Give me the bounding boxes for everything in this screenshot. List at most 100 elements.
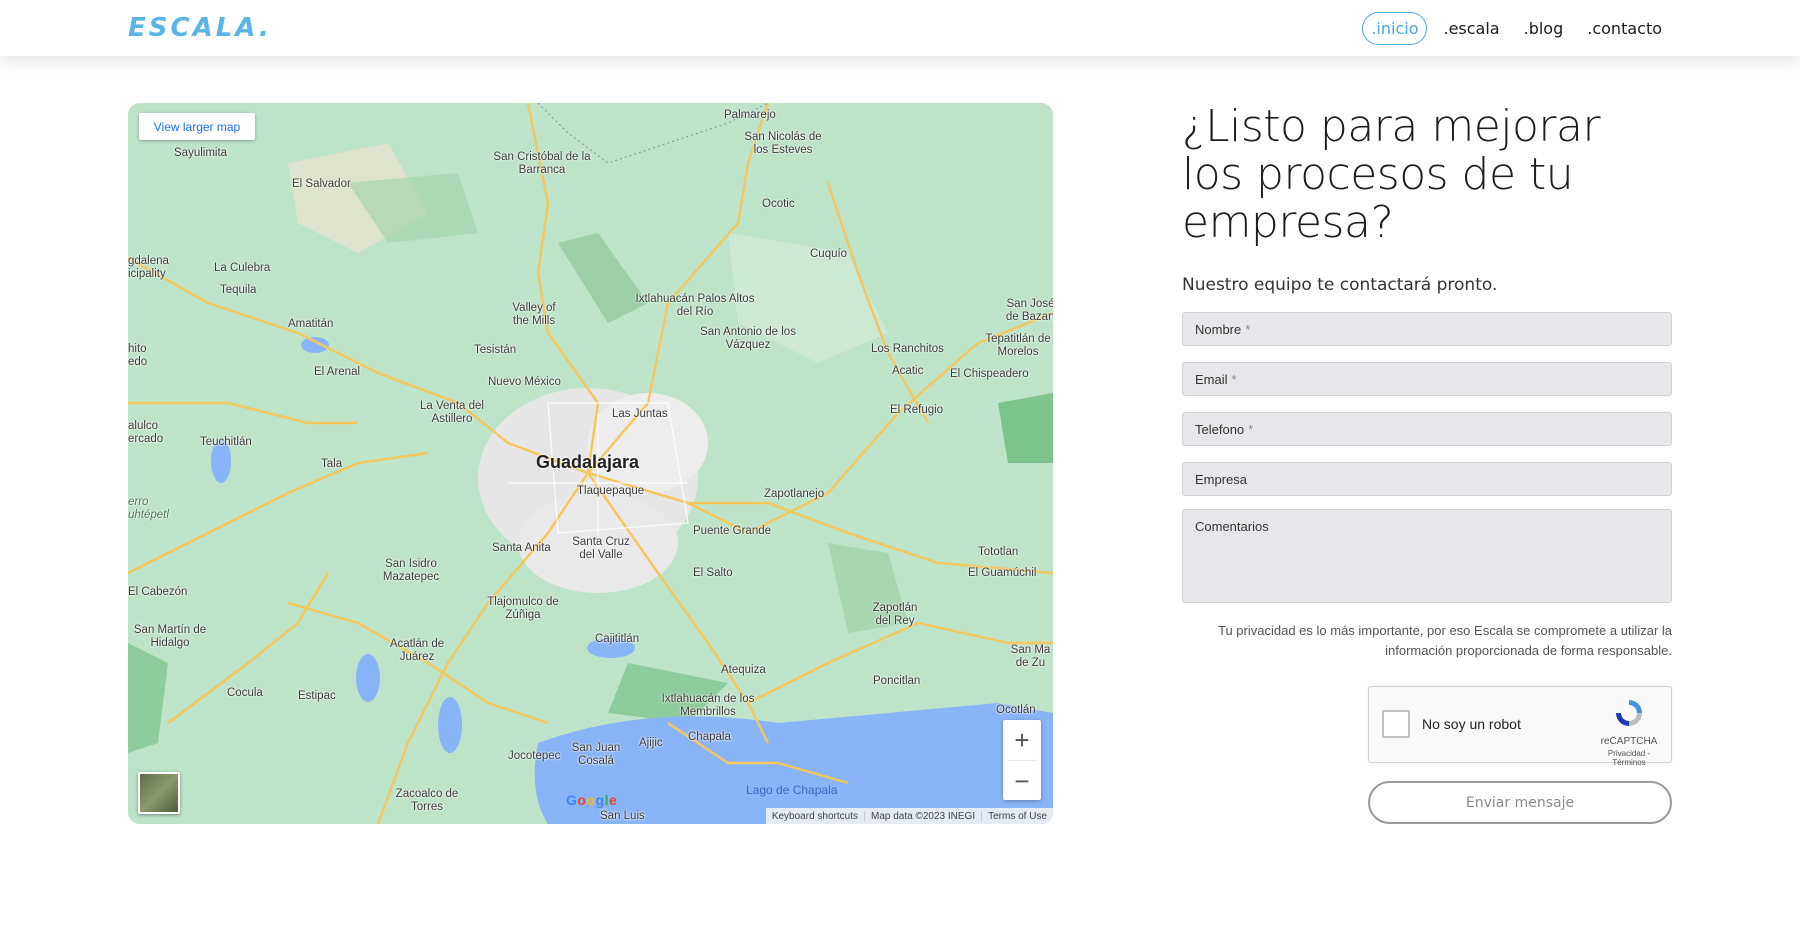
map-label-san-ma: San Ma de Zu xyxy=(1010,644,1051,669)
map-label-salulco: alulco ercado xyxy=(128,420,164,445)
map-label-ajijic: Ajijic xyxy=(639,737,663,749)
map-label-cocula: Cocula xyxy=(227,687,263,699)
map-label-tepatitlan: Tepatitlán de Morelos xyxy=(985,333,1051,358)
required-mark: * xyxy=(1231,371,1237,387)
map-label-san-luis: San Luis xyxy=(600,810,645,822)
map-label-las-juntas: Las Juntas xyxy=(612,408,668,420)
recaptcha-brand: reCAPTCHA xyxy=(1600,736,1658,747)
map-label-ocotic: Ocotic xyxy=(762,198,795,210)
recaptcha-logo: reCAPTCHA Privacidad - Términos xyxy=(1599,697,1659,767)
comentarios-field[interactable]: Comentarios xyxy=(1182,509,1672,603)
map-label-amatitan: Amatitán xyxy=(288,318,334,330)
logo[interactable]: ESCALA. xyxy=(128,13,272,43)
contact-section: ¿Listo para mejorar los procesos de tu e… xyxy=(1182,101,1672,824)
map-label-san-juan: San Juan Cosalá xyxy=(571,742,621,767)
map-label-tesistan: Tesistán xyxy=(474,344,517,356)
logo-text: ESCALA. xyxy=(128,13,272,43)
map-data-text: Map data ©2023 INEGI xyxy=(864,810,981,822)
map-label-chapala: Chapala xyxy=(688,731,731,743)
map-label-jocotepec: Jocotepec xyxy=(508,750,561,762)
map-label-la-venta: La Venta del Astillero xyxy=(420,400,484,425)
contact-heading: ¿Listo para mejorar los procesos de tu e… xyxy=(1182,101,1601,248)
map-label-poncitlan: Poncitlan xyxy=(873,675,921,687)
map-label-tlaquepaque: Tlaquepaque xyxy=(577,485,645,497)
map-label-acatic: Acatic xyxy=(892,365,924,377)
email-field[interactable]: Email * xyxy=(1182,362,1672,396)
nombre-field[interactable]: Nombre * xyxy=(1182,312,1672,346)
map-label-sayulimita: Sayulimita xyxy=(174,147,228,159)
map-label-estipac: Estipac xyxy=(298,690,336,702)
map-label-el-salvador: El Salvador xyxy=(292,178,351,190)
map-label-valley-mills: Valley of the Mills xyxy=(512,302,556,327)
map-label-san-nicolas: San Nicolás de los Esteves xyxy=(744,131,822,156)
empresa-placeholder: Empresa xyxy=(1195,471,1248,487)
map-label-cuquio: Cuquío xyxy=(810,248,848,260)
contact-subtitle: Nuestro equipo te contactará pronto. xyxy=(1182,275,1498,295)
embedded-map[interactable]: View larger map Guadalajara Palmarejo Sa… xyxy=(128,103,1053,824)
map-label-ixtlahuacan-membrillos: Ixtlahuacán de los Membrillos xyxy=(661,693,755,718)
telefono-field[interactable]: Telefono * xyxy=(1182,412,1672,446)
map-label-san-jose: San José de Bazart xyxy=(1005,298,1053,323)
recaptcha-links[interactable]: Privacidad - Términos xyxy=(1599,749,1659,767)
nombre-placeholder: Nombre xyxy=(1195,321,1242,337)
keyboard-shortcuts-link[interactable]: Keyboard shortcuts xyxy=(766,811,864,822)
map-label-teuchitlan: Teuchitlán xyxy=(200,436,252,448)
map-label-el-arenal: El Arenal xyxy=(314,366,361,378)
map-label-zacoalco: Zacoalco de Torres xyxy=(395,788,459,813)
map-label-ocotlan: Ocotlán xyxy=(996,704,1036,716)
map-label-guadalajara: Guadalajara xyxy=(536,452,640,472)
map-label-tequila: Tequila xyxy=(220,284,257,296)
empresa-field[interactable]: Empresa xyxy=(1182,462,1672,496)
map-label-san-isidro: San Isidro Mazatepec xyxy=(382,558,440,583)
map-label-los-ranchitos: Los Ranchitos xyxy=(871,343,944,355)
map-label-cerro: erro uhtépetl xyxy=(128,496,169,521)
map-label-el-cabezon: El Cabezón xyxy=(128,586,188,598)
map-label-magdalena: gdalena icipality xyxy=(128,255,169,280)
terms-of-use-link[interactable]: Terms of Use xyxy=(981,810,1053,822)
send-message-button[interactable]: Enviar mensaje xyxy=(1368,781,1672,824)
recaptcha-label: No soy un robot xyxy=(1422,716,1521,732)
site-header: ESCALA. .inicio .escala .blog .contacto xyxy=(0,0,1800,56)
satellite-toggle[interactable] xyxy=(138,772,180,814)
map-label-cajititlan: Cajititlán xyxy=(595,633,640,645)
map-label-lago-chapala: Lago de Chapala xyxy=(746,783,838,797)
map-label-santa-anita: Santa Anita xyxy=(492,542,551,554)
zoom-in-button[interactable]: + xyxy=(1003,720,1041,760)
map-label-puente-grande: Puente Grande xyxy=(693,525,772,537)
recaptcha-icon xyxy=(1616,700,1642,726)
nav-inicio[interactable]: .inicio xyxy=(1362,12,1428,45)
privacy-notice: Tu privacidad es lo más importante, por … xyxy=(1218,623,1672,658)
view-larger-map-button[interactable]: View larger map xyxy=(139,113,255,140)
map-label-tlajomulco: Tlajomulco de Zúñiga xyxy=(487,596,559,621)
required-mark: * xyxy=(1248,421,1254,437)
recaptcha-checkbox[interactable] xyxy=(1382,710,1410,738)
recaptcha-widget: No soy un robot reCAPTCHA Privacidad - T… xyxy=(1368,686,1672,767)
comentarios-placeholder: Comentarios xyxy=(1195,519,1269,534)
nav-escala[interactable]: .escala xyxy=(1435,13,1507,44)
map-label-la-culebra: La Culebra xyxy=(214,262,271,274)
map-label-el-chispeadero: El Chispeadero xyxy=(950,368,1029,380)
map-label-san-martin: San Martín de Hidalgo xyxy=(133,624,207,649)
map-label-el-salto: El Salto xyxy=(693,567,733,579)
map-label-zapotlanejo: Zapotlanejo xyxy=(764,488,825,500)
main-nav: .inicio .escala .blog .contacto xyxy=(1362,12,1670,45)
google-logo: Google xyxy=(566,792,618,808)
map-label-acatlan: Acatlán de Juárez xyxy=(389,638,445,663)
map-attribution: Keyboard shortcuts Map data ©2023 INEGI … xyxy=(765,808,1053,824)
map-label-el-guamuchil: El Guamúchil xyxy=(968,567,1037,579)
email-placeholder: Email xyxy=(1195,371,1228,387)
map-label-hito: hito edo xyxy=(128,343,148,368)
map-label-atequiza: Atequiza xyxy=(721,664,766,676)
map-label-san-antonio: San Antonio de los Vázquez xyxy=(700,326,796,351)
map-label-palmarejo: Palmarejo xyxy=(724,109,776,121)
nav-blog[interactable]: .blog xyxy=(1516,13,1572,44)
telefono-placeholder: Telefono xyxy=(1195,421,1245,437)
zoom-out-button[interactable]: − xyxy=(1003,761,1041,801)
map-label-santa-cruz: Santa Cruz del Valle xyxy=(572,536,630,561)
map-label-ixtlahuacan-palos: Ixtlahuacán Palos Altos del Río xyxy=(635,293,755,318)
map-label-el-refugio: El Refugio xyxy=(890,404,944,416)
nav-contacto[interactable]: .contacto xyxy=(1579,13,1670,44)
map-label-tototlan: Tototlan xyxy=(978,546,1019,558)
map-label-zapotlan-rey: Zapotlán del Rey xyxy=(872,602,918,627)
map-label-nuevo-mexico: Nuevo México xyxy=(488,376,561,388)
